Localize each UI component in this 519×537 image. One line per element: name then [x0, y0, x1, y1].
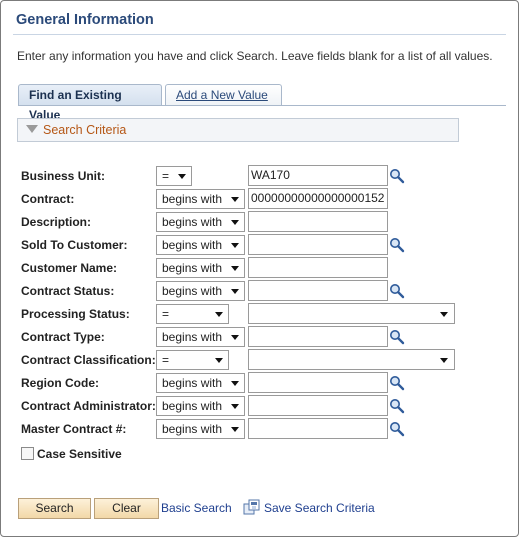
processing-status-label: Processing Status: [21, 307, 130, 321]
criteria-row-description: Description: begins with [1, 211, 519, 233]
contract-administrator-input[interactable] [248, 395, 388, 416]
dropdown-arrow-icon [440, 358, 448, 363]
sold-to-customer-input[interactable] [248, 234, 388, 255]
sold-to-customer-lookup-magnifier-icon[interactable] [389, 237, 405, 253]
search-button[interactable]: Search [18, 498, 91, 519]
business-unit-operator-value: = [162, 169, 170, 183]
tab-divider [18, 105, 506, 106]
search-criteria-label: Search Criteria [43, 123, 127, 137]
contract-status-label: Contract Status: [21, 284, 115, 298]
dropdown-arrow-icon [231, 289, 239, 294]
region-code-operator-value: begins with [162, 376, 223, 390]
criteria-row-contract-classification: Contract Classification: = [1, 349, 519, 371]
criteria-row-contract-administrator: Contract Administrator: begins with [1, 395, 519, 417]
contract-administrator-label: Contract Administrator: [21, 399, 156, 413]
contract-administrator-operator-value: begins with [162, 399, 223, 413]
basic-search-link[interactable]: Basic Search [161, 501, 232, 515]
contract-classification-operator-value: = [162, 353, 170, 367]
contract-operator-select[interactable]: begins with [156, 189, 245, 209]
tab-find-existing-value[interactable]: Find an Existing Value [18, 84, 162, 122]
search-criteria-header[interactable]: Search Criteria [17, 118, 459, 142]
sold-to-customer-operator-select[interactable]: begins with [156, 235, 245, 255]
contract-classification-value-select[interactable] [248, 349, 455, 370]
dropdown-arrow-icon [231, 243, 239, 248]
description-label: Description: [21, 215, 92, 229]
save-search-icon[interactable] [243, 499, 260, 516]
title-divider [13, 34, 506, 35]
contract-administrator-lookup-magnifier-icon[interactable] [389, 398, 405, 414]
save-search-criteria-link[interactable]: Save Search Criteria [264, 501, 375, 515]
dropdown-arrow-icon [231, 404, 239, 409]
master-contract-operator-value: begins with [162, 422, 223, 436]
description-input[interactable] [248, 211, 388, 232]
master-contract-lookup-magnifier-icon[interactable] [389, 421, 405, 437]
sold-to-customer-operator-value: begins with [162, 238, 223, 252]
dropdown-arrow-icon [231, 381, 239, 386]
instructions-text: Enter any information you have and click… [17, 49, 493, 63]
page-frame: General Information Enter any informatio… [0, 0, 519, 537]
processing-status-operator-value: = [162, 307, 170, 321]
clear-button[interactable]: Clear [94, 498, 159, 519]
customer-name-input[interactable] [248, 257, 388, 278]
contract-classification-label: Contract Classification: [21, 353, 156, 367]
contract-classification-operator-select[interactable]: = [156, 350, 229, 370]
dropdown-arrow-icon [231, 197, 239, 202]
dropdown-arrow-icon [231, 335, 239, 340]
region-code-lookup-magnifier-icon[interactable] [389, 375, 405, 391]
contract-status-operator-value: begins with [162, 284, 223, 298]
collapse-triangle-icon[interactable] [26, 125, 38, 133]
case-sensitive-checkbox[interactable] [21, 447, 34, 460]
dropdown-arrow-icon [215, 312, 223, 317]
contract-administrator-operator-select[interactable]: begins with [156, 396, 245, 416]
business-unit-lookup-magnifier-icon[interactable] [389, 168, 405, 184]
region-code-operator-select[interactable]: begins with [156, 373, 245, 393]
dropdown-arrow-icon [178, 174, 186, 179]
contract-status-input[interactable] [248, 280, 388, 301]
customer-name-operator-value: begins with [162, 261, 223, 275]
processing-status-operator-select[interactable]: = [156, 304, 229, 324]
criteria-row-contract-type: Contract Type: begins with [1, 326, 519, 348]
contract-operator-value: begins with [162, 192, 223, 206]
contract-status-operator-select[interactable]: begins with [156, 281, 245, 301]
contract-label: Contract: [21, 192, 75, 206]
dropdown-arrow-icon [440, 312, 448, 317]
contract-type-operator-select[interactable]: begins with [156, 327, 245, 347]
contract-type-operator-value: begins with [162, 330, 223, 344]
page-title: General Information [16, 12, 154, 28]
region-code-label: Region Code: [21, 376, 99, 390]
master-contract-operator-select[interactable]: begins with [156, 419, 245, 439]
business-unit-label: Business Unit: [21, 169, 106, 183]
customer-name-operator-select[interactable]: begins with [156, 258, 245, 278]
case-sensitive-label: Case Sensitive [37, 447, 122, 461]
contract-type-label: Contract Type: [21, 330, 105, 344]
contract-type-input[interactable] [248, 326, 388, 347]
business-unit-input[interactable]: WA170 [248, 165, 388, 186]
criteria-row-business-unit: Business Unit: = WA170 [1, 165, 519, 187]
description-operator-value: begins with [162, 215, 223, 229]
business-unit-operator-select[interactable]: = [156, 166, 192, 186]
criteria-row-region-code: Region Code: begins with [1, 372, 519, 394]
criteria-row-contract-status: Contract Status: begins with [1, 280, 519, 302]
tab-add-new-value[interactable]: Add a New Value [165, 84, 282, 106]
region-code-input[interactable] [248, 372, 388, 393]
contract-input[interactable]: 00000000000000000152 [248, 188, 388, 209]
description-operator-select[interactable]: begins with [156, 212, 245, 232]
dropdown-arrow-icon [231, 266, 239, 271]
criteria-row-processing-status: Processing Status: = [1, 303, 519, 325]
master-contract-input[interactable] [248, 418, 388, 439]
criteria-row-sold-to-customer: Sold To Customer: begins with [1, 234, 519, 256]
contract-type-lookup-magnifier-icon[interactable] [389, 329, 405, 345]
dropdown-arrow-icon [231, 427, 239, 432]
processing-status-value-select[interactable] [248, 303, 455, 324]
sold-to-customer-label: Sold To Customer: [21, 238, 128, 252]
master-contract-label: Master Contract #: [21, 422, 127, 436]
customer-name-label: Customer Name: [21, 261, 118, 275]
dropdown-arrow-icon [215, 358, 223, 363]
criteria-row-customer-name: Customer Name: begins with [1, 257, 519, 279]
contract-status-lookup-magnifier-icon[interactable] [389, 283, 405, 299]
criteria-row-master-contract: Master Contract #: begins with [1, 418, 519, 440]
criteria-row-contract: Contract: begins with 00000000000000000152 [1, 188, 519, 210]
dropdown-arrow-icon [231, 220, 239, 225]
